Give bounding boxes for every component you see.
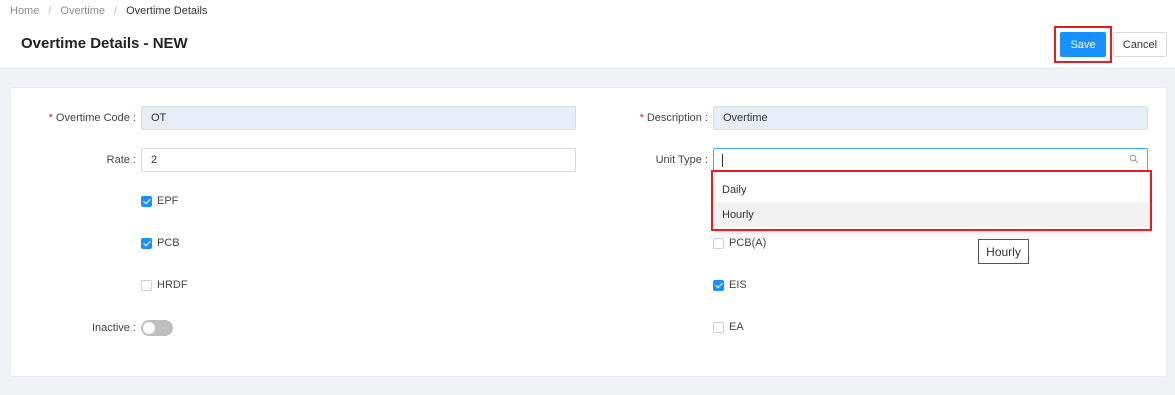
page-title: Overtime Details - NEW <box>21 35 188 52</box>
ea-label: EA <box>729 321 744 333</box>
overtime-code-value: OT <box>151 112 167 124</box>
ea-checkbox[interactable] <box>713 321 724 333</box>
description-field[interactable]: Overtime <box>713 106 1148 130</box>
breadcrumb-separator: / <box>114 5 118 17</box>
hrdf-checkbox-row[interactable]: HRDF <box>141 279 188 291</box>
breadcrumb: Home / Overtime / Overtime Details <box>10 5 207 17</box>
inactive-label: Inactive : <box>91 322 136 334</box>
tooltip: Hourly <box>978 239 1029 264</box>
cancel-button[interactable]: Cancel <box>1113 32 1167 57</box>
page-header: Home / Overtime / Overtime Details Overt… <box>0 0 1175 69</box>
eis-checkbox[interactable] <box>713 279 724 291</box>
save-button-highlight <box>1054 26 1112 63</box>
pcb-label: PCB <box>157 237 180 249</box>
rate-field[interactable]: 2 <box>141 148 576 172</box>
eis-label: EIS <box>729 279 747 291</box>
breadcrumb-overtime[interactable]: Overtime <box>60 5 105 17</box>
search-icon <box>1129 154 1139 164</box>
overtime-code-label-text: Overtime Code : <box>55 112 136 124</box>
description-value: Overtime <box>723 112 768 124</box>
hrdf-checkbox[interactable] <box>141 279 152 291</box>
required-mark: * <box>48 112 53 124</box>
overtime-code-field[interactable]: OT <box>141 106 576 130</box>
description-label-text: Description : <box>646 112 708 124</box>
toggle-knob <box>143 322 155 334</box>
description-label: * Description : <box>590 112 708 124</box>
breadcrumb-current: Overtime Details <box>126 5 208 17</box>
required-mark: * <box>639 112 644 124</box>
pcb-a-label: PCB(A) <box>729 237 767 249</box>
dropdown-highlight <box>711 170 1152 231</box>
unit-type-select[interactable] <box>713 148 1148 172</box>
epf-checkbox-row[interactable]: EPF <box>141 195 178 207</box>
text-cursor <box>722 153 723 167</box>
pcb-checkbox-row[interactable]: PCB <box>141 237 180 249</box>
inactive-toggle[interactable] <box>141 320 173 336</box>
form-card <box>10 87 1167 377</box>
eis-checkbox-row[interactable]: EIS <box>713 279 747 291</box>
pcb-checkbox[interactable] <box>141 237 152 249</box>
breadcrumb-separator: / <box>48 5 52 17</box>
hrdf-label: HRDF <box>157 279 188 291</box>
ea-checkbox-row[interactable]: EA <box>713 321 744 333</box>
rate-value: 2 <box>151 154 158 166</box>
pcb-a-checkbox[interactable] <box>713 237 724 249</box>
epf-label: EPF <box>157 195 179 207</box>
pcb-a-checkbox-row[interactable]: PCB(A) <box>713 237 766 249</box>
unit-type-label: Unit Type : <box>655 154 708 166</box>
rate-label: Rate : <box>106 154 136 166</box>
epf-checkbox[interactable] <box>141 195 152 207</box>
breadcrumb-home[interactable]: Home <box>10 5 39 17</box>
overtime-code-label: * Overtime Code : <box>20 112 136 124</box>
